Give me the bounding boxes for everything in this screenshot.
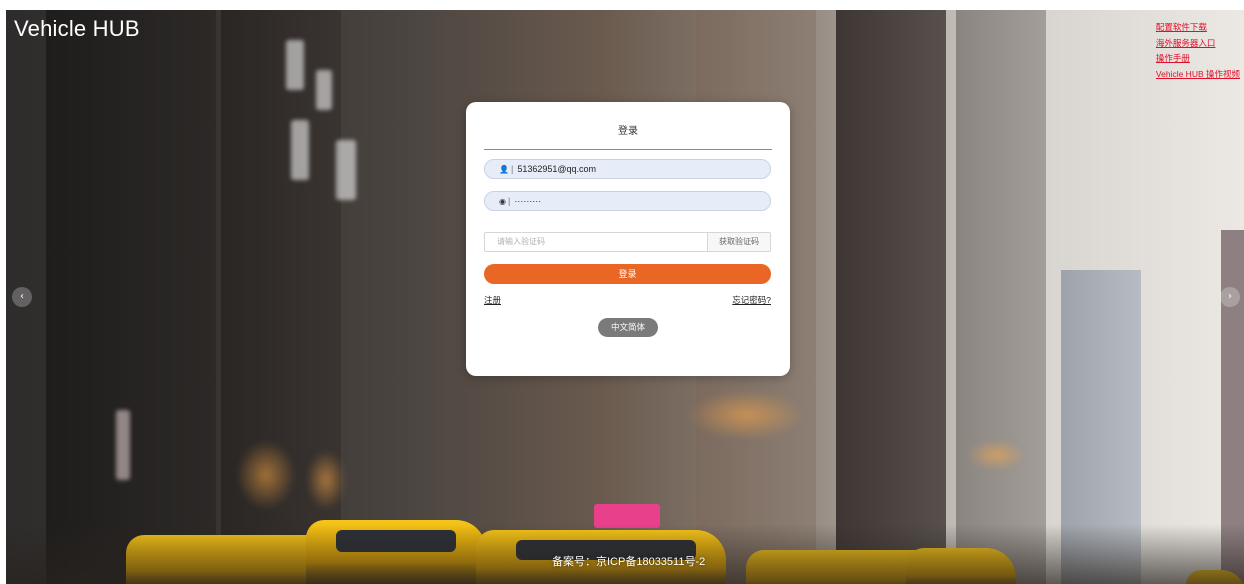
password-field[interactable]: ◉ | ········· (484, 191, 771, 211)
username-field[interactable]: 👤 | 51362951@qq.com (484, 159, 771, 179)
eye-icon[interactable]: ◉ (499, 197, 506, 206)
password-value: ········· (514, 196, 542, 206)
login-button[interactable]: 登录 (484, 264, 771, 284)
top-links: 配置软件下载 海外服务器入口 操作手册 Vehicle HUB 操作视频 (1156, 20, 1240, 82)
link-overseas-server[interactable]: 海外服务器入口 (1156, 36, 1240, 52)
link-video[interactable]: Vehicle HUB 操作视频 (1156, 67, 1240, 83)
login-title: 登录 (484, 122, 772, 150)
register-link[interactable]: 注册 (484, 294, 501, 306)
link-manual[interactable]: 操作手册 (1156, 51, 1240, 67)
username-value: 51362951@qq.com (517, 164, 597, 174)
captcha-input[interactable]: 请输入验证码 获取验证码 (484, 232, 771, 252)
captcha-placeholder: 请输入验证码 (497, 237, 545, 246)
carousel-prev-button[interactable]: ‹ (12, 287, 32, 307)
get-code-button[interactable]: 获取验证码 (707, 233, 770, 251)
forgot-password-link[interactable]: 忘记密码? (732, 294, 771, 306)
user-icon: 👤 (499, 165, 509, 174)
link-config-download[interactable]: 配置软件下载 (1156, 20, 1240, 36)
language-button[interactable]: 中文简体 (598, 318, 658, 337)
brand-title: Vehicle HUB (14, 16, 140, 41)
icp-footer: 备案号：京ICP备18033511号-2 (552, 556, 706, 568)
login-card: 登录 👤 | 51362951@qq.com ◉ | ········· 请输入验证码 … (466, 102, 790, 376)
carousel-next-button[interactable]: › (1220, 287, 1240, 307)
